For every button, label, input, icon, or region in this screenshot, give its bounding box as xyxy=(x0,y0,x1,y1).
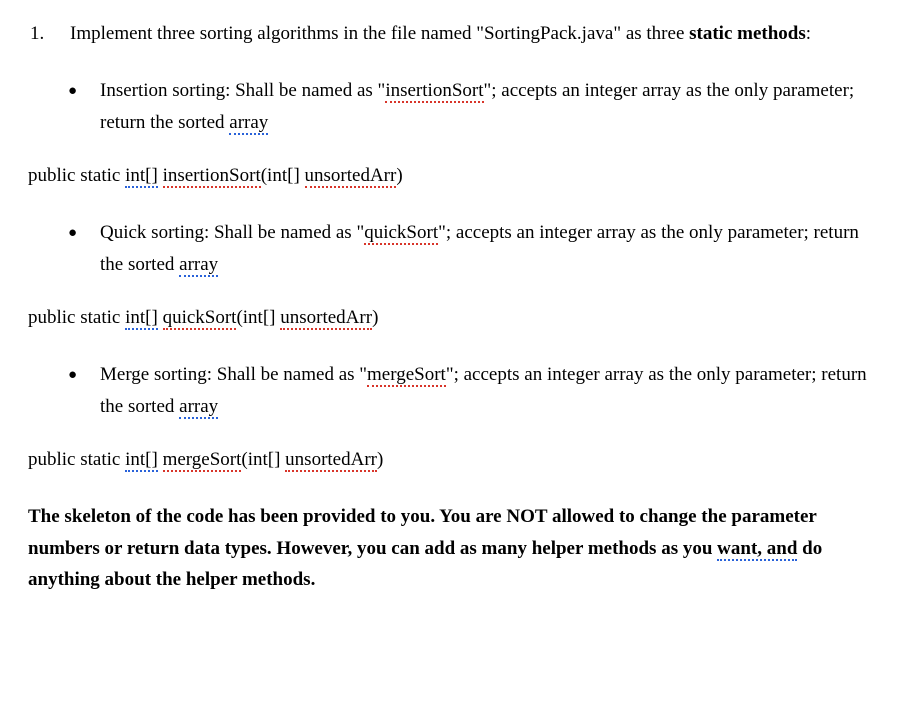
array-word: array xyxy=(179,254,218,277)
bullet-label: Insertion sorting: Shall be named as " xyxy=(100,80,385,101)
bullet-marker-icon: ● xyxy=(68,217,100,280)
sig-space xyxy=(158,449,163,470)
sig-close: ) xyxy=(377,449,383,470)
array-word: array xyxy=(179,396,218,419)
array-word: array xyxy=(229,112,268,135)
sig-space xyxy=(158,165,163,186)
intro-text: Implement three sorting algorithms in th… xyxy=(70,23,689,44)
sig-type: int[] xyxy=(125,449,158,472)
bullet-item: ● Merge sorting: Shall be named as "merg… xyxy=(28,359,886,422)
sig-prefix: public static xyxy=(28,449,125,470)
intro-post: : xyxy=(806,23,811,44)
bullet-content: Insertion sorting: Shall be named as "in… xyxy=(100,75,886,138)
sig-open: (int[] xyxy=(261,165,305,186)
sig-open: (int[] xyxy=(236,307,280,328)
bullet-item: ● Quick sorting: Shall be named as "quic… xyxy=(28,217,886,280)
bullet-item: ● Insertion sorting: Shall be named as "… xyxy=(28,75,886,138)
bullet-marker-icon: ● xyxy=(68,359,100,422)
note-part1: The skeleton of the code has been provid… xyxy=(28,506,817,558)
sig-func: mergeSort xyxy=(163,449,242,472)
sig-func: insertionSort xyxy=(163,165,261,188)
sig-type: int[] xyxy=(125,307,158,330)
sig-prefix: public static xyxy=(28,165,125,186)
sig-space xyxy=(158,307,163,328)
sig-param: unsortedArr xyxy=(305,165,397,188)
sig-param: unsortedArr xyxy=(285,449,377,472)
method-name: quickSort xyxy=(364,222,438,245)
method-name: mergeSort xyxy=(367,364,446,387)
bullet-label: Quick sorting: Shall be named as " xyxy=(100,222,364,243)
ordered-list-item: 1. Implement three sorting algorithms in… xyxy=(28,18,886,49)
intro-bold: static methods xyxy=(689,23,806,44)
final-note: The skeleton of the code has been provid… xyxy=(28,501,886,595)
sig-close: ) xyxy=(372,307,378,328)
bullet-marker-icon: ● xyxy=(68,75,100,138)
method-name: insertionSort xyxy=(385,80,483,103)
method-signature: public static int[] quickSort(int[] unso… xyxy=(28,302,886,333)
list-content: Implement three sorting algorithms in th… xyxy=(70,18,886,49)
sig-close: ) xyxy=(396,165,402,186)
sig-prefix: public static xyxy=(28,307,125,328)
bullet-label: Merge sorting: Shall be named as " xyxy=(100,364,367,385)
sig-func: quickSort xyxy=(163,307,237,330)
method-signature: public static int[] mergeSort(int[] unso… xyxy=(28,444,886,475)
list-number: 1. xyxy=(28,18,70,49)
sig-type: int[] xyxy=(125,165,158,188)
note-want-and: want, and xyxy=(717,538,797,561)
bullet-content: Quick sorting: Shall be named as "quickS… xyxy=(100,217,886,280)
method-signature: public static int[] insertionSort(int[] … xyxy=(28,160,886,191)
sig-param: unsortedArr xyxy=(280,307,372,330)
sig-open: (int[] xyxy=(241,449,285,470)
bullet-content: Merge sorting: Shall be named as "mergeS… xyxy=(100,359,886,422)
